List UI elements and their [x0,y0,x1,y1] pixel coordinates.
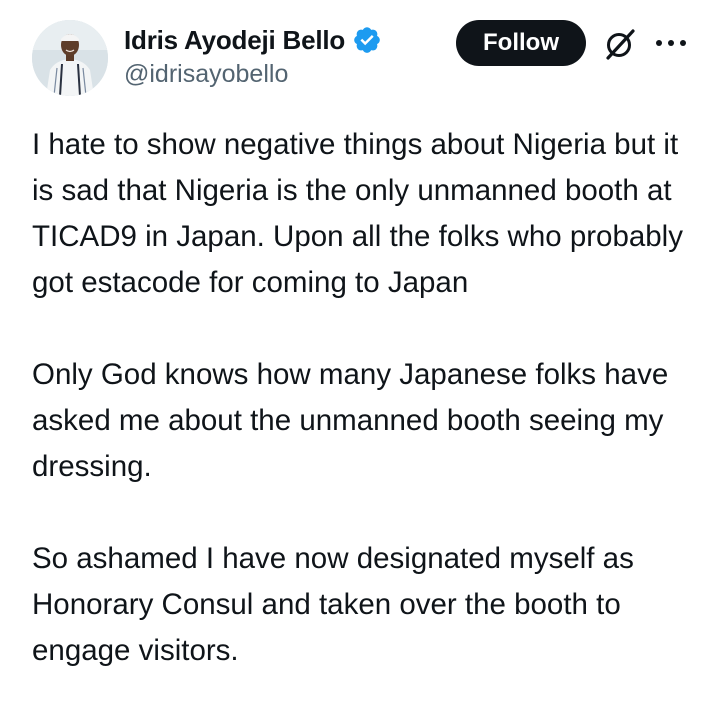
name-row: Idris Ayodeji Bello [124,22,382,58]
author-display-name[interactable]: Idris Ayodeji Bello [124,25,345,56]
user-photo-avatar-icon [32,20,108,96]
tweet-text: I hate to show negative things about Nig… [32,122,692,720]
grok-icon[interactable] [602,26,638,62]
author-block: Idris Ayodeji Bello @idrisayobello [124,22,382,89]
avatar[interactable] [32,20,108,96]
tweet-header: Idris Ayodeji Bello @idrisayobello Follo… [0,0,720,110]
verified-badge-icon [352,25,382,55]
tweet-paragraph: So ashamed I have now designated myself … [32,542,634,667]
more-options-icon[interactable] [654,36,688,50]
tweet-paragraph: I hate to show negative things about Nig… [32,128,683,299]
tweet-paragraph: Only God knows how many Japanese folks h… [32,358,669,483]
author-handle[interactable]: @idrisayobello [124,60,382,89]
follow-button[interactable]: Follow [456,20,586,66]
